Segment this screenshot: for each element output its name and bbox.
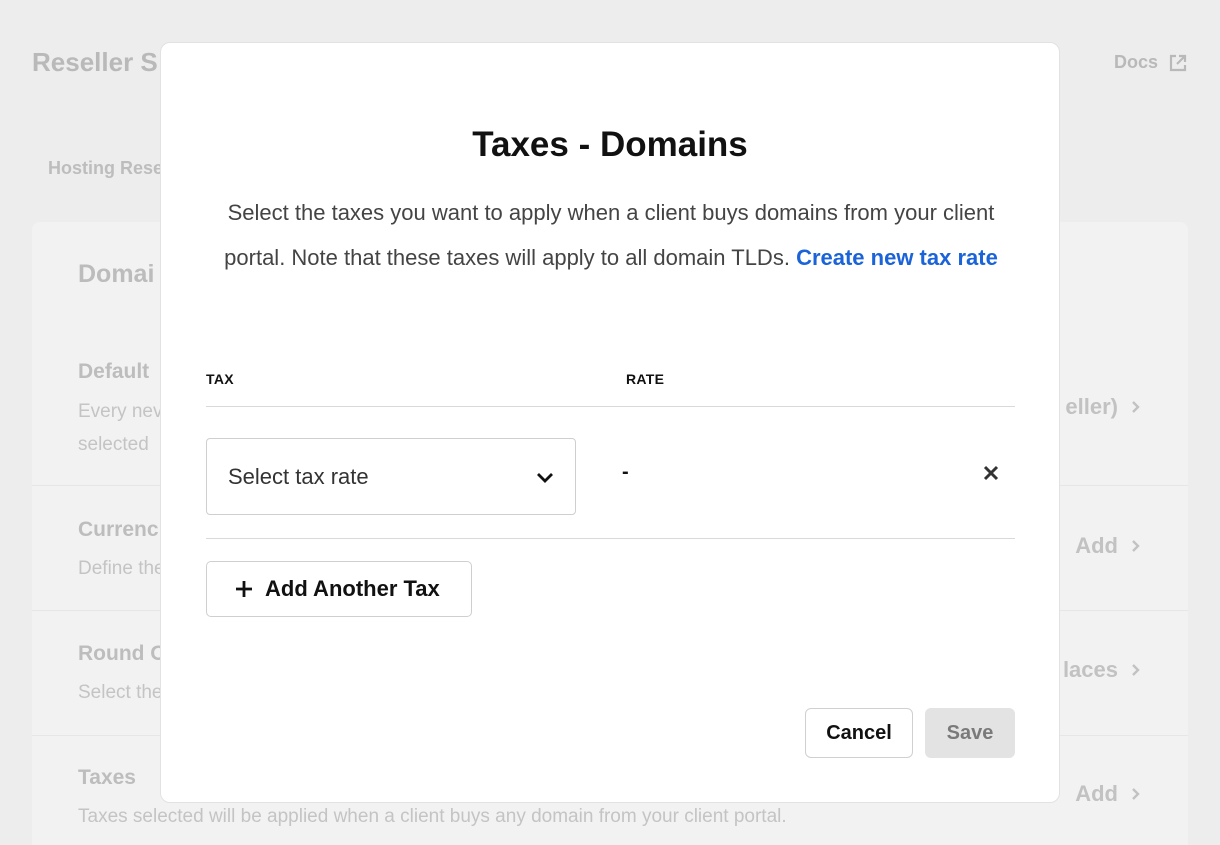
page-title: Reseller S bbox=[32, 47, 158, 77]
setting-action-taxes[interactable]: Add bbox=[1075, 781, 1140, 807]
setting-action-label: Add bbox=[1075, 781, 1118, 806]
chevron-right-icon bbox=[1132, 664, 1140, 676]
chevron-down-icon bbox=[537, 472, 553, 483]
remove-tax-button[interactable] bbox=[977, 459, 1005, 487]
card-title: Domai bbox=[78, 260, 155, 288]
docs-link[interactable]: Docs bbox=[1114, 52, 1188, 73]
chevron-right-icon bbox=[1132, 401, 1140, 413]
docs-label: Docs bbox=[1114, 52, 1159, 72]
taxes-modal: Taxes - Domains Select the taxes you wan… bbox=[160, 42, 1060, 803]
chevron-right-icon bbox=[1132, 540, 1140, 552]
tax-rate-select-value: Select tax rate bbox=[228, 463, 369, 489]
setting-desc-currency: Define the bbox=[78, 558, 165, 579]
add-another-tax-label: Add Another Tax bbox=[265, 576, 440, 601]
save-button[interactable]: Save bbox=[925, 708, 1015, 758]
setting-title-currency: Currenc bbox=[78, 518, 159, 541]
tax-rate-select[interactable]: Select tax rate bbox=[206, 438, 576, 515]
column-header-tax: TAX bbox=[206, 371, 234, 387]
add-another-tax-button[interactable]: Add Another Tax bbox=[206, 561, 472, 617]
create-tax-rate-link[interactable]: Create new tax rate bbox=[796, 245, 998, 270]
plus-icon bbox=[236, 581, 252, 597]
setting-action-currency[interactable]: Add bbox=[1075, 533, 1140, 559]
row-divider bbox=[206, 538, 1015, 539]
modal-title: Taxes - Domains bbox=[472, 125, 748, 164]
setting-title-default: Default bbox=[78, 360, 150, 383]
setting-action-default[interactable]: eller) bbox=[1065, 394, 1140, 420]
setting-desc-default: Every nev bbox=[78, 401, 163, 422]
chevron-right-icon bbox=[1132, 788, 1140, 800]
setting-desc-round: Select the bbox=[78, 682, 163, 703]
close-icon bbox=[983, 465, 999, 481]
rate-value: - bbox=[622, 461, 629, 483]
setting-title-taxes: Taxes bbox=[78, 766, 136, 789]
column-header-rate: RATE bbox=[626, 371, 665, 387]
setting-action-label: Add bbox=[1075, 533, 1118, 558]
breadcrumb[interactable]: Hosting Rese bbox=[48, 158, 163, 179]
modal-description: Select the taxes you want to apply when … bbox=[207, 190, 1015, 280]
external-link-icon bbox=[1169, 54, 1187, 71]
table-header-divider bbox=[206, 406, 1015, 407]
cancel-button[interactable]: Cancel bbox=[805, 708, 913, 758]
setting-desc-default-2: selected bbox=[78, 434, 149, 455]
setting-action-label: laces bbox=[1062, 657, 1118, 682]
setting-action-label: eller) bbox=[1065, 394, 1118, 419]
setting-desc-taxes: Taxes selected will be applied when a cl… bbox=[78, 806, 787, 827]
setting-title-round: Round O bbox=[78, 642, 167, 665]
setting-action-round[interactable]: laces bbox=[1063, 657, 1140, 683]
